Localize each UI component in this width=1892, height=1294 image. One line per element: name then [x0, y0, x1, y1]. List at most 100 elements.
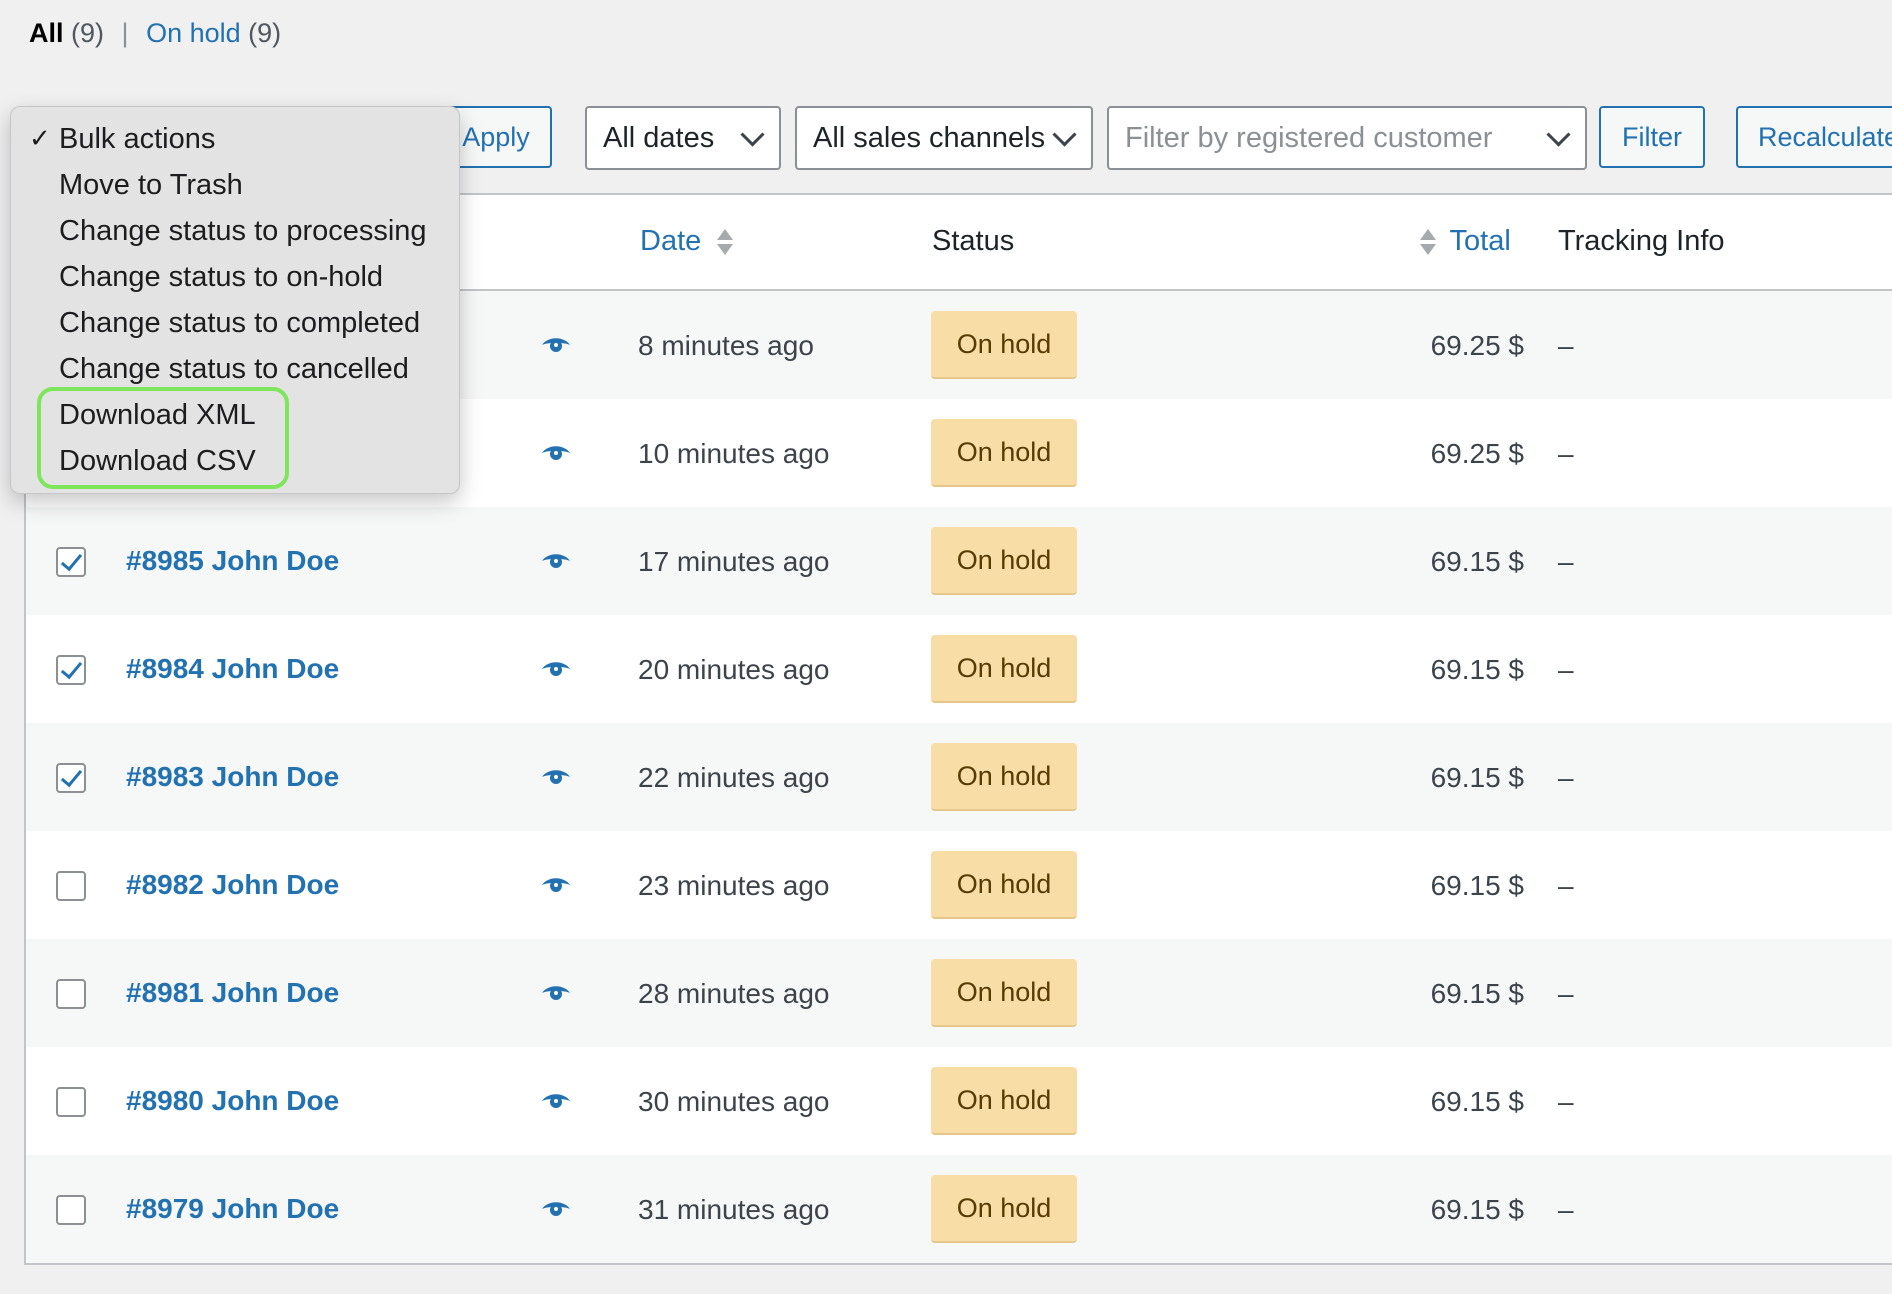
table-row: #8980 John Doe 30 minutes ago On hold 69.15…	[26, 1047, 1892, 1155]
row-checkbox[interactable]	[56, 979, 86, 1009]
filter-all-count: (9)	[71, 18, 105, 48]
tracking-info: –	[1558, 438, 1574, 469]
row-checkbox[interactable]	[56, 763, 86, 793]
filter-button[interactable]: Filter	[1599, 106, 1705, 168]
tracking-info: –	[1558, 1086, 1574, 1117]
row-checkbox[interactable]	[56, 547, 86, 577]
column-status-header: Status	[932, 225, 1015, 257]
order-date: 17 minutes ago	[638, 546, 830, 577]
status-badge: On hold	[931, 1067, 1077, 1135]
order-date: 8 minutes ago	[638, 330, 814, 361]
status-badge: On hold	[931, 635, 1077, 703]
eye-icon[interactable]	[541, 1200, 571, 1218]
chevron-down-icon	[740, 122, 765, 147]
tracking-info: –	[1558, 870, 1574, 901]
menu-item-status-completed[interactable]: Change status to completed	[59, 307, 420, 340]
tracking-info: –	[1558, 1194, 1574, 1225]
table-row: #8983 John Doe 22 minutes ago On hold 69.15…	[26, 723, 1892, 831]
eye-icon[interactable]	[541, 660, 571, 678]
chevron-down-icon	[1546, 122, 1571, 147]
chevron-down-icon	[1052, 122, 1077, 147]
sort-arrows-icon	[1420, 227, 1436, 257]
order-date: 22 minutes ago	[638, 762, 830, 793]
table-row: #8982 John Doe 23 minutes ago On hold 69.15…	[26, 831, 1892, 939]
status-badge: On hold	[931, 311, 1077, 379]
order-total: 69.15 $	[1430, 762, 1524, 793]
status-filter-links: All (9) | On hold (9)	[29, 18, 281, 49]
row-checkbox[interactable]	[56, 1087, 86, 1117]
table-row: #8981 John Doe 28 minutes ago On hold 69.15…	[26, 939, 1892, 1047]
table-row: #8985 John Doe 17 minutes ago On hold 69.15…	[26, 507, 1892, 615]
order-total: 69.15 $	[1430, 546, 1524, 577]
eye-icon[interactable]	[541, 336, 571, 354]
sort-arrows-icon	[717, 227, 734, 257]
order-date: 10 minutes ago	[638, 438, 830, 469]
status-badge: On hold	[931, 959, 1077, 1027]
order-date: 31 minutes ago	[638, 1194, 830, 1225]
tracking-info: –	[1558, 978, 1574, 1009]
menu-item-status-on-hold[interactable]: Change status to on-hold	[59, 261, 383, 294]
row-checkbox[interactable]	[56, 1195, 86, 1225]
order-link[interactable]: #8983 John Doe	[126, 761, 339, 793]
menu-item-bulk-actions[interactable]: Bulk actions	[59, 123, 215, 156]
filter-separator: |	[121, 18, 129, 48]
tracking-info: –	[1558, 762, 1574, 793]
column-date-header[interactable]: Date	[640, 225, 734, 258]
status-badge: On hold	[931, 1175, 1077, 1243]
tracking-info: –	[1558, 546, 1574, 577]
customer-filter-placeholder: Filter by registered customer	[1125, 121, 1493, 154]
column-date-label: Date	[640, 225, 702, 257]
status-badge: On hold	[931, 527, 1077, 595]
column-total-header[interactable]: Total	[1420, 225, 1511, 258]
eye-icon[interactable]	[541, 444, 571, 462]
table-row: #8984 John Doe 20 minutes ago On hold 69.15…	[26, 615, 1892, 723]
sales-channel-select-value: All sales channels	[813, 121, 1046, 154]
menu-item-move-to-trash[interactable]: Move to Trash	[59, 169, 243, 202]
eye-icon[interactable]	[541, 876, 571, 894]
recalculate-button[interactable]: Recalculate	[1736, 106, 1892, 168]
order-total: 69.25 $	[1430, 330, 1524, 361]
dates-select[interactable]: All dates	[585, 106, 781, 170]
eye-icon[interactable]	[541, 1092, 571, 1110]
order-date: 30 minutes ago	[638, 1086, 830, 1117]
eye-icon[interactable]	[541, 768, 571, 786]
order-total: 69.25 $	[1430, 438, 1524, 469]
customer-filter-select[interactable]: Filter by registered customer	[1107, 106, 1587, 170]
tracking-info: –	[1558, 654, 1574, 685]
order-date: 28 minutes ago	[638, 978, 830, 1009]
order-link[interactable]: #8980 John Doe	[126, 1085, 339, 1117]
status-badge: On hold	[931, 851, 1077, 919]
table-row: #8979 John Doe 31 minutes ago On hold 69.15…	[26, 1155, 1892, 1263]
filter-onhold-link[interactable]: On hold	[146, 18, 241, 48]
filter-onhold-count: (9)	[248, 18, 282, 48]
column-total-label: Total	[1449, 225, 1511, 257]
order-link[interactable]: #8985 John Doe	[126, 545, 339, 577]
row-checkbox[interactable]	[56, 871, 86, 901]
status-badge: On hold	[931, 419, 1077, 487]
row-checkbox[interactable]	[56, 655, 86, 685]
order-link[interactable]: #8979 John Doe	[126, 1193, 339, 1225]
order-date: 20 minutes ago	[638, 654, 830, 685]
order-link[interactable]: #8981 John Doe	[126, 977, 339, 1009]
menu-item-status-cancelled[interactable]: Change status to cancelled	[59, 353, 409, 386]
tracking-info: –	[1558, 330, 1574, 361]
sales-channel-select[interactable]: All sales channels	[795, 106, 1093, 170]
order-total: 69.15 $	[1430, 1194, 1524, 1225]
dates-select-value: All dates	[603, 121, 715, 154]
order-date: 23 minutes ago	[638, 870, 830, 901]
bulk-actions-menu[interactable]: ✓ Bulk actions Move to Trash Change stat…	[10, 106, 460, 494]
order-total: 69.15 $	[1430, 1086, 1524, 1117]
order-total: 69.15 $	[1430, 978, 1524, 1009]
checkmark-icon: ✓	[29, 123, 51, 153]
eye-icon[interactable]	[541, 984, 571, 1002]
status-badge: On hold	[931, 743, 1077, 811]
eye-icon[interactable]	[541, 552, 571, 570]
menu-item-status-processing[interactable]: Change status to processing	[59, 215, 427, 248]
order-total: 69.15 $	[1430, 870, 1524, 901]
filter-all-link[interactable]: All	[29, 18, 64, 48]
column-tracking-header: Tracking Info	[1558, 225, 1725, 257]
order-link[interactable]: #8982 John Doe	[126, 869, 339, 901]
download-options-highlight	[37, 387, 289, 489]
order-link[interactable]: #8984 John Doe	[126, 653, 339, 685]
order-total: 69.15 $	[1430, 654, 1524, 685]
